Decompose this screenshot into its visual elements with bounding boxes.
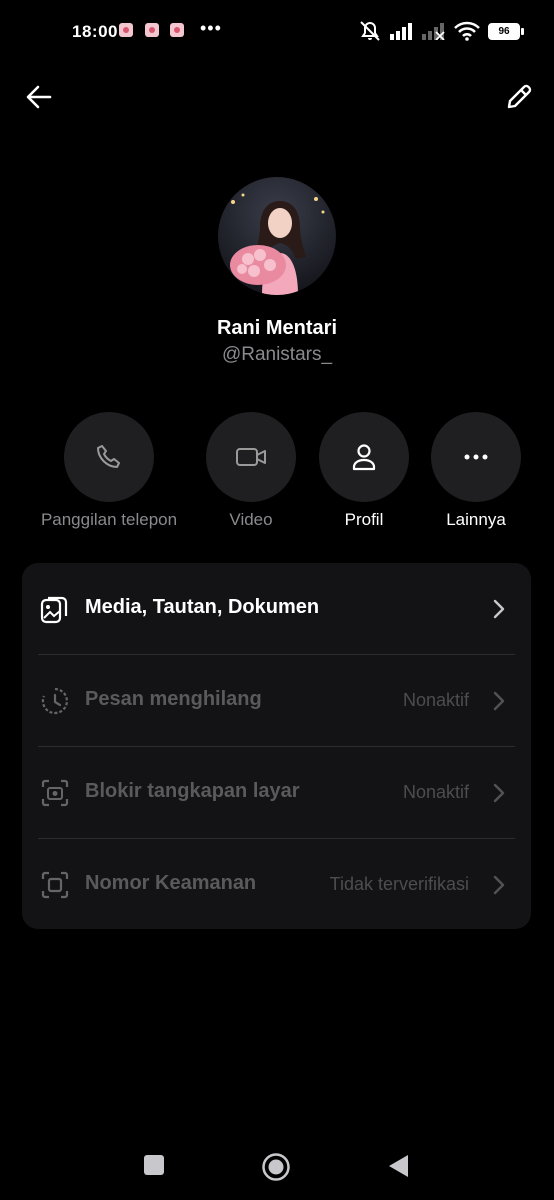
chevron-right-icon xyxy=(493,691,505,711)
settings-row-safety-number[interactable]: Nomor Keamanan Tidak terverifikasi xyxy=(22,839,531,929)
chevron-right-icon xyxy=(493,783,505,803)
arrow-left-icon xyxy=(26,85,52,109)
person-icon xyxy=(352,444,376,471)
settings-row-disappearing[interactable]: Pesan menghilang Nonaktif xyxy=(22,655,531,746)
signal-icon xyxy=(390,23,412,40)
settings-card: Media, Tautan, Dokumen Pesan menghilang … xyxy=(22,563,531,929)
phone-icon xyxy=(97,445,120,468)
settings-row-screenshot[interactable]: Blokir tangkapan layar Nonaktif xyxy=(22,747,531,838)
pencil-icon xyxy=(507,84,532,109)
avatar[interactable] xyxy=(218,177,336,295)
screenshot-icon xyxy=(41,779,69,807)
contact-handle: @Ranistars_ xyxy=(221,344,333,365)
more-action[interactable]: Lainnya xyxy=(401,412,551,530)
chevron-right-icon xyxy=(493,599,505,619)
battery-icon: 96 xyxy=(488,22,524,40)
settings-row-value: Tidak terverifikasi xyxy=(329,874,469,894)
notification-icon xyxy=(119,23,133,37)
settings-row-title: Pesan menghilang xyxy=(85,688,262,710)
home-button[interactable] xyxy=(261,1152,291,1187)
back-button[interactable] xyxy=(22,80,56,114)
home-circle-icon xyxy=(262,1153,290,1181)
signal-off-icon xyxy=(422,23,445,40)
more-label: Lainnya xyxy=(446,510,506,529)
notification-icon xyxy=(145,23,159,37)
edit-button[interactable] xyxy=(502,80,536,114)
chevron-right-icon xyxy=(493,875,505,895)
settings-row-value: Nonaktif xyxy=(402,782,469,802)
settings-row-title: Nomor Keamanan xyxy=(85,872,257,894)
triangle-back-icon xyxy=(389,1155,408,1177)
more-button[interactable] xyxy=(431,412,521,502)
timer-icon xyxy=(41,687,68,715)
call-button[interactable] xyxy=(64,412,154,502)
wifi-icon xyxy=(454,21,480,41)
status-time: 18:00 xyxy=(72,22,118,41)
settings-row-media[interactable]: Media, Tautan, Dokumen xyxy=(22,563,531,654)
call-action[interactable]: Panggilan telepon xyxy=(34,412,184,530)
recents-button[interactable] xyxy=(143,1154,165,1181)
settings-row-title: Blokir tangkapan layar xyxy=(85,780,300,802)
mute-icon xyxy=(360,21,380,41)
media-icon xyxy=(40,596,68,624)
profile-button[interactable] xyxy=(319,412,409,502)
square-icon xyxy=(144,1155,164,1175)
status-bar: 18:00 ••• 96 xyxy=(0,0,554,64)
back-nav-button[interactable] xyxy=(387,1154,411,1183)
status-more-icon: ••• xyxy=(200,18,222,38)
settings-row-title: Media, Tautan, Dokumen xyxy=(85,596,320,618)
settings-row-value: Nonaktif xyxy=(402,690,469,710)
video-button[interactable] xyxy=(206,412,296,502)
status-icons: 96 xyxy=(358,20,524,42)
avatar-photo xyxy=(218,177,336,295)
security-icon xyxy=(41,871,69,899)
system-navigation-bar xyxy=(0,1140,554,1200)
contact-name: Rani Mentari xyxy=(216,317,338,339)
more-icon xyxy=(464,454,488,460)
notification-icon xyxy=(170,23,184,37)
call-label: Panggilan telepon xyxy=(40,510,178,529)
video-icon xyxy=(236,448,266,466)
